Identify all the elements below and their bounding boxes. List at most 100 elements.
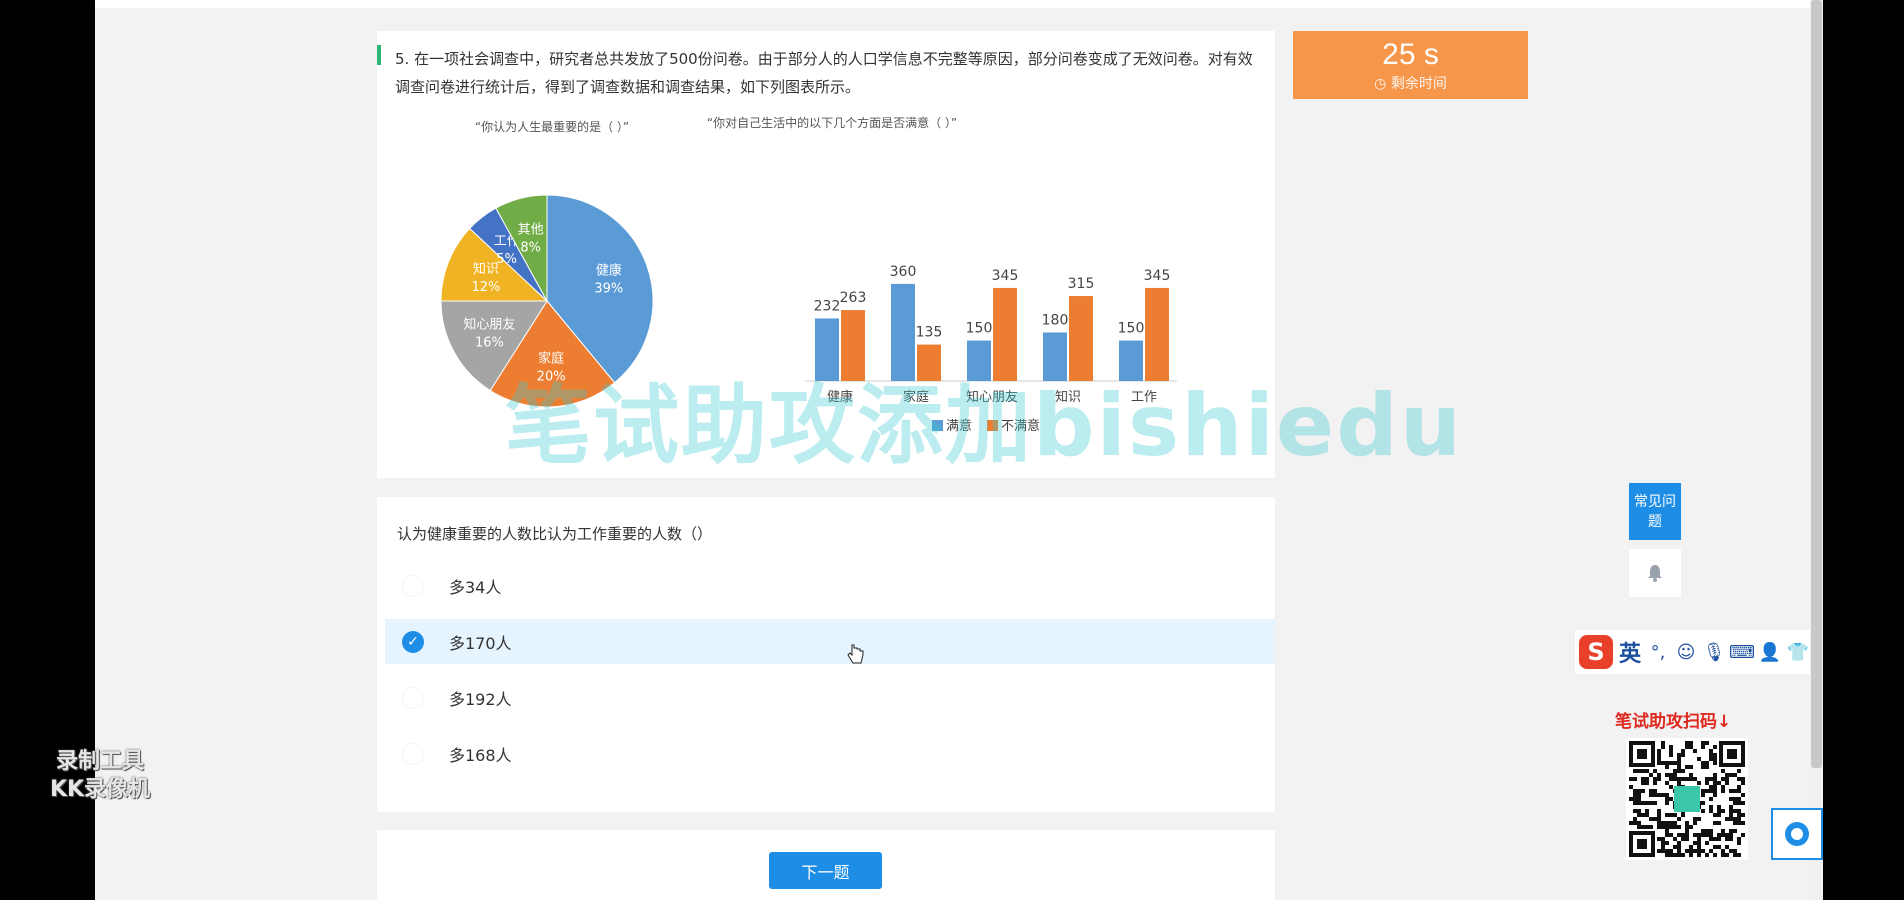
qr-module bbox=[1681, 837, 1685, 841]
qr-module bbox=[1713, 757, 1717, 761]
qr-module bbox=[1633, 797, 1637, 801]
scrollbar-thumb[interactable] bbox=[1811, 0, 1822, 768]
qr-module bbox=[1669, 825, 1673, 829]
qr-module bbox=[1681, 753, 1685, 757]
qr-module bbox=[1661, 741, 1665, 745]
bell-button[interactable] bbox=[1629, 549, 1681, 597]
qr-module bbox=[1677, 757, 1681, 761]
qr-module bbox=[1709, 849, 1713, 853]
user-icon[interactable]: 👤 bbox=[1759, 641, 1781, 663]
qr-module bbox=[1733, 789, 1737, 793]
faq-button[interactable]: 常见问题 bbox=[1629, 483, 1681, 540]
qr-module bbox=[1709, 829, 1713, 833]
qr-module bbox=[1737, 813, 1741, 817]
qr-module bbox=[1705, 781, 1709, 785]
qr-module bbox=[1717, 845, 1721, 849]
punctuation-icon[interactable]: °, bbox=[1647, 641, 1669, 663]
option-text: 多170人 bbox=[449, 633, 512, 653]
qr-module bbox=[1721, 777, 1725, 781]
qr-module bbox=[1721, 785, 1725, 789]
qr-module bbox=[1653, 793, 1657, 797]
qr-module bbox=[1689, 765, 1693, 769]
qr-module bbox=[1645, 769, 1649, 773]
qr-module bbox=[1657, 777, 1661, 781]
qr-module bbox=[1737, 817, 1741, 821]
qr-module bbox=[1657, 793, 1661, 797]
qr-module bbox=[1697, 837, 1701, 841]
qr-module bbox=[1681, 853, 1685, 857]
qr-module bbox=[1709, 777, 1713, 781]
qr-module bbox=[1725, 777, 1729, 781]
qr-module bbox=[1721, 833, 1725, 837]
pie-slice-value: 5% bbox=[496, 252, 517, 267]
qr-module bbox=[1657, 813, 1661, 817]
option-b[interactable]: ✓ 多170人 bbox=[385, 619, 1275, 664]
qr-module bbox=[1637, 769, 1641, 773]
qr-module bbox=[1729, 829, 1733, 833]
qr-module bbox=[1713, 777, 1717, 781]
qr-module bbox=[1741, 793, 1745, 797]
qr-module bbox=[1629, 797, 1633, 801]
qr-module bbox=[1713, 773, 1717, 777]
qr-module bbox=[1685, 765, 1689, 769]
keyboard-icon[interactable]: ⌨ bbox=[1729, 641, 1755, 663]
qr-module bbox=[1709, 749, 1713, 753]
qr-module bbox=[1721, 849, 1725, 853]
qr-module bbox=[1657, 757, 1661, 761]
qr-module bbox=[1677, 853, 1681, 857]
qr-module bbox=[1677, 777, 1681, 781]
qr-module bbox=[1705, 741, 1709, 745]
pie-slice-value: 39% bbox=[594, 282, 623, 297]
qr-module bbox=[1741, 833, 1745, 837]
option-a[interactable]: 多34人 bbox=[385, 563, 1275, 608]
qr-module bbox=[1725, 781, 1729, 785]
qr-module bbox=[1685, 777, 1689, 781]
radio-circle[interactable] bbox=[402, 742, 424, 765]
watermark: 笔试助攻添加bishiedu bbox=[505, 376, 1464, 476]
microphone-icon[interactable]: 🎙 bbox=[1703, 641, 1726, 663]
qr-module bbox=[1689, 845, 1693, 849]
qr-module bbox=[1697, 781, 1701, 785]
qr-module bbox=[1673, 821, 1677, 825]
qr-module bbox=[1677, 781, 1681, 785]
option-d[interactable]: 多168人 bbox=[385, 731, 1275, 776]
radio-circle[interactable] bbox=[402, 574, 424, 597]
qr-module bbox=[1653, 781, 1657, 785]
qr-module bbox=[1657, 773, 1661, 777]
qr-module bbox=[1653, 769, 1657, 773]
qr-module bbox=[1709, 785, 1713, 789]
qr-module bbox=[1665, 761, 1669, 765]
emoji-icon[interactable]: ☺ bbox=[1675, 641, 1697, 663]
qr-module bbox=[1673, 777, 1677, 781]
qr-module bbox=[1681, 833, 1685, 837]
qr-module bbox=[1721, 789, 1725, 793]
qr-module bbox=[1665, 853, 1669, 857]
qr-module bbox=[1733, 821, 1737, 825]
floating-assistant-button[interactable] bbox=[1771, 808, 1823, 860]
option-text: 多34人 bbox=[449, 577, 502, 597]
qr-module bbox=[1657, 753, 1661, 757]
qr-module bbox=[1733, 809, 1737, 813]
qr-module bbox=[1741, 821, 1745, 825]
qr-module bbox=[1729, 773, 1733, 777]
next-question-button[interactable]: 下一题 bbox=[769, 852, 882, 889]
pie-slice-value: 12% bbox=[471, 280, 500, 295]
qr-module bbox=[1665, 773, 1669, 777]
qr-module bbox=[1637, 825, 1641, 829]
qr-module bbox=[1685, 849, 1689, 853]
radio-circle[interactable] bbox=[402, 686, 424, 709]
checkmark-icon[interactable]: ✓ bbox=[402, 630, 424, 653]
options-card: 认为健康重要的人数比认为工作重要的人数（） 多34人 ✓ 多170人 多192人… bbox=[377, 497, 1275, 812]
sogou-logo-icon[interactable]: S bbox=[1579, 635, 1613, 669]
qr-module bbox=[1665, 821, 1669, 825]
qr-module bbox=[1673, 773, 1677, 777]
qr-module bbox=[1729, 849, 1733, 853]
qr-module bbox=[1721, 853, 1725, 857]
qr-module bbox=[1661, 793, 1665, 797]
qr-module bbox=[1669, 853, 1673, 857]
option-c[interactable]: 多192人 bbox=[385, 675, 1275, 720]
ime-mode[interactable]: 英 bbox=[1619, 636, 1641, 668]
qr-module bbox=[1653, 801, 1657, 805]
skin-icon[interactable]: 👕 bbox=[1787, 641, 1809, 663]
qr-module bbox=[1717, 809, 1721, 813]
